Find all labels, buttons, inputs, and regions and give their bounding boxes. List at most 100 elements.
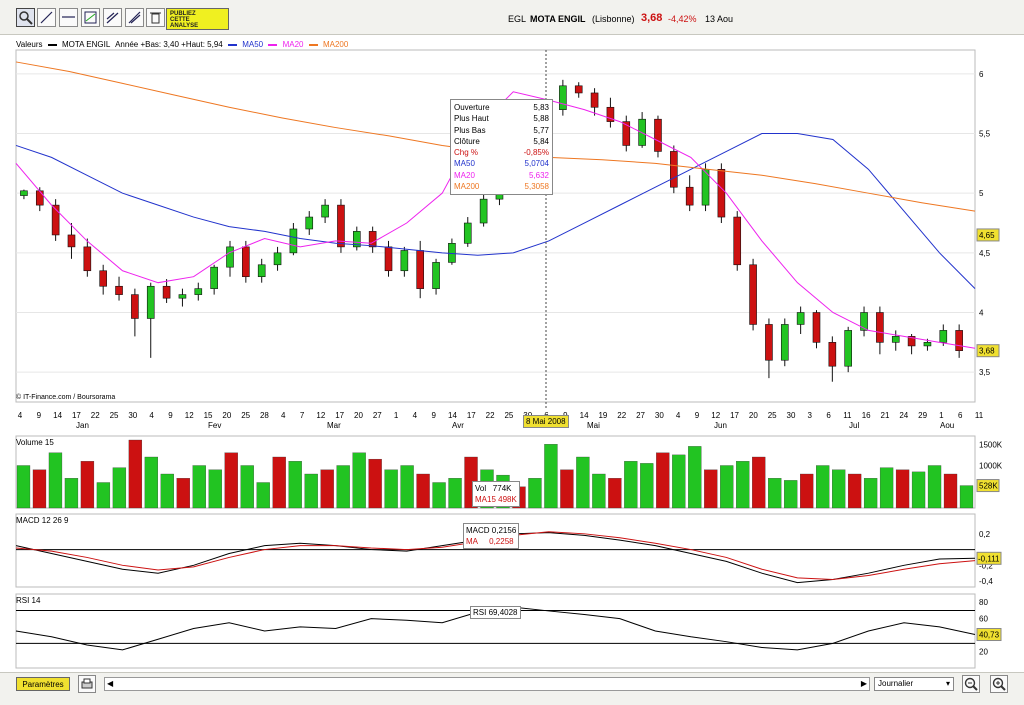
candle-body — [749, 264, 757, 325]
x-day-label: 12 — [711, 411, 720, 420]
volume-bar — [416, 473, 430, 509]
x-day-label: 17 — [730, 411, 739, 420]
candle-body — [20, 190, 28, 196]
x-day-label: 29 — [918, 411, 927, 420]
volume-bar — [432, 482, 446, 509]
candle-body — [891, 336, 900, 343]
quote-date: 13 Aou — [705, 14, 734, 24]
last-price-label: 3,68 — [979, 347, 995, 356]
candle-body — [83, 246, 92, 272]
volume-bar — [112, 467, 127, 509]
candle-body — [273, 252, 282, 266]
tooltip-label: Plus Bas — [454, 125, 486, 135]
volume-tick-label: 1000K — [979, 462, 1003, 471]
zoom-out-icon[interactable] — [962, 675, 980, 693]
toolbar: PUBLIEZ CETTE ANALYSE EGL MOTA ENGIL (Li… — [0, 0, 1024, 35]
line-icon[interactable] — [37, 8, 56, 27]
chevron-down-icon: ▾ — [945, 679, 950, 688]
candle-body — [242, 246, 250, 278]
tooltip-value: 5,77 — [533, 125, 549, 135]
candle-body — [162, 285, 171, 299]
promo-line-3: ANALYSE — [170, 23, 199, 29]
volume-bar — [304, 473, 318, 509]
volume-bar — [224, 452, 238, 509]
x-day-label: 22 — [486, 411, 495, 420]
period-select[interactable]: Journalier ▾ — [874, 677, 954, 691]
zoom-icon[interactable] — [16, 8, 35, 27]
rsi-last-label: 40,73 — [979, 631, 1000, 640]
candle-body — [463, 222, 472, 244]
volume-bar — [48, 452, 63, 509]
candle-body — [115, 285, 123, 295]
x-month-label: Jul — [849, 421, 859, 430]
volume-bar — [959, 485, 974, 509]
candle-body — [226, 246, 234, 268]
parameters-button[interactable]: Paramètres — [16, 677, 70, 691]
chart-icon[interactable] — [81, 8, 100, 27]
volume-title: Volume 15 — [16, 438, 54, 447]
time-scrollbar[interactable]: ◀ ▶ — [104, 677, 870, 691]
volume-bar — [720, 465, 734, 509]
pen-icon[interactable] — [125, 8, 144, 27]
trash-icon[interactable] — [146, 8, 165, 27]
x-month-label: Avr — [452, 421, 464, 430]
volume-bar — [768, 478, 782, 509]
candle-body — [321, 204, 329, 218]
x-day-label: 19 — [598, 411, 607, 420]
candle-body — [384, 246, 393, 272]
volume-tooltip: Vol 774K MA15 498K — [472, 481, 520, 507]
scroll-left-icon[interactable]: ◀ — [107, 679, 113, 688]
x-day-label: 17 — [467, 411, 476, 420]
volume-bar — [544, 444, 558, 509]
x-month-label: Jun — [714, 421, 727, 430]
level-label: 4,65 — [979, 231, 995, 240]
candle-body — [416, 250, 425, 289]
tooltip-label: Plus Haut — [454, 114, 489, 124]
x-day-label: 17 — [72, 411, 81, 420]
candle-body — [685, 186, 694, 206]
volume-bar — [288, 461, 302, 509]
x-day-label: 7 — [300, 411, 305, 420]
x-day-label: 28 — [260, 411, 269, 420]
volume-bar — [656, 452, 670, 509]
publish-analysis-button[interactable]: PUBLIEZ CETTE ANALYSE — [166, 8, 229, 30]
volume-bar — [800, 473, 814, 509]
x-day-label: 22 — [91, 411, 100, 420]
stock-price: 3,68 — [641, 12, 663, 24]
trend-icon[interactable] — [103, 8, 122, 27]
copyright: © IT-Finance.com / Boursorama — [16, 394, 116, 401]
tooltip-label: Chg % — [454, 148, 479, 158]
macd-ma-label: MA — [466, 537, 478, 546]
horizontal-line-icon[interactable] — [59, 8, 78, 27]
candle-body — [717, 169, 726, 218]
volume-bar — [144, 456, 159, 509]
x-day-label: 30 — [128, 411, 137, 420]
rsi-tooltip: RSI 69,4028 — [470, 606, 521, 619]
macd-tooltip: MACD 0,2156 MA 0,2258 — [463, 523, 520, 549]
rsi-tick-label: 60 — [979, 615, 988, 624]
x-day-label: 17 — [335, 411, 344, 420]
volume-bar — [592, 473, 606, 509]
x-day-label: 11 — [975, 411, 984, 420]
candle-body — [559, 85, 567, 110]
tooltip-value: -0,85% — [523, 148, 549, 158]
ohlc-tooltip: Ouverture 5,83 Plus Haut 5,88 Plus Bas 5,77 Cl… — [450, 99, 553, 196]
candle-body — [257, 264, 266, 278]
volume-bar — [16, 465, 31, 509]
scroll-right-icon[interactable]: ▶ — [861, 679, 867, 688]
tooltip-row: Clôture 5,84 — [454, 136, 549, 147]
tooltip-value: 5,0704 — [524, 159, 549, 169]
x-day-label: 25 — [504, 411, 513, 420]
candle-body — [210, 266, 218, 289]
candle-body — [99, 270, 107, 287]
candle-body — [178, 294, 187, 299]
tooltip-label: Clôture — [454, 136, 480, 146]
volume-bar — [272, 456, 286, 509]
volume-bar — [816, 465, 830, 509]
volume-bar — [336, 465, 350, 509]
print-icon[interactable] — [78, 675, 96, 693]
zoom-in-icon[interactable] — [990, 675, 1008, 693]
candle-body — [400, 250, 409, 272]
tooltip-value: 5,83 — [533, 103, 549, 112]
x-month-label: Mai — [587, 421, 600, 430]
